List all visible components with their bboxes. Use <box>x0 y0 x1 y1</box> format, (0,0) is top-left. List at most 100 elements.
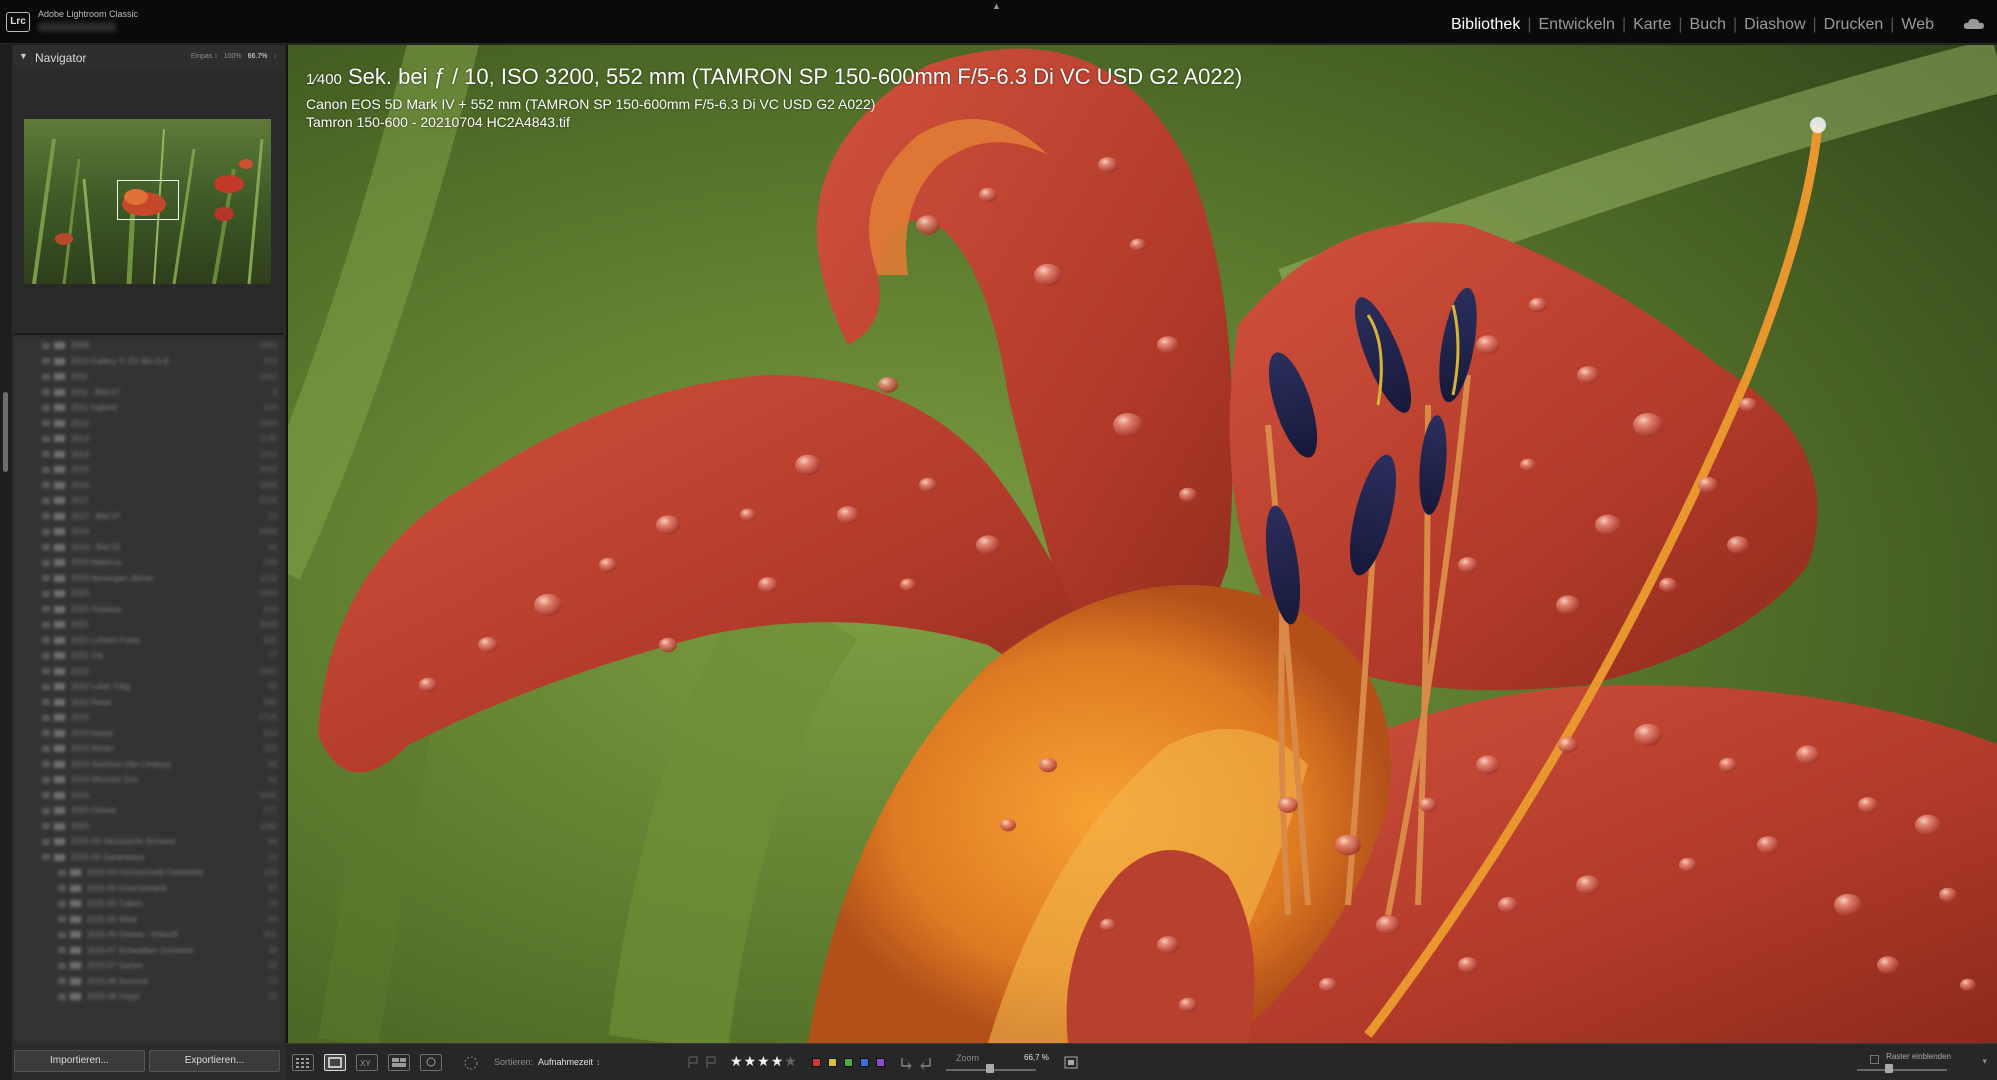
disclosure-icon[interactable] <box>58 885 66 892</box>
import-button[interactable]: Importieren... <box>14 1050 145 1072</box>
disclosure-icon[interactable] <box>42 451 50 458</box>
disclosure-icon[interactable] <box>42 575 50 582</box>
disclosure-icon[interactable] <box>42 823 50 830</box>
disclosure-icon[interactable] <box>42 373 50 380</box>
disclosure-icon[interactable] <box>42 668 50 675</box>
module-entwickeln[interactable]: Entwickeln <box>1531 16 1621 34</box>
folder-row[interactable]: 2021 Lofoten Fotos 505 <box>14 633 283 649</box>
export-button[interactable]: Exportieren... <box>149 1050 280 1072</box>
folder-row[interactable]: 2019 Norwegen Jänner 1102 <box>14 571 283 587</box>
disclosure-icon[interactable] <box>42 854 50 861</box>
navigator-viewport-rectangle[interactable] <box>117 180 179 220</box>
disclosure-icon[interactable] <box>42 342 50 349</box>
disclosure-icon[interactable] <box>42 404 50 411</box>
folder-row[interactable]: 2023 Island 614 <box>14 726 283 742</box>
folder-row[interactable]: 2018 2466 <box>14 524 283 540</box>
disclosure-icon[interactable] <box>58 931 66 938</box>
disclosure-icon[interactable] <box>58 900 66 907</box>
disclosure-icon[interactable] <box>42 358 50 365</box>
disclosure-icon[interactable] <box>42 637 50 644</box>
folder-row[interactable]: 2025-07 Garten 22 <box>14 958 283 974</box>
star-icon[interactable]: ★ <box>771 1053 785 1069</box>
folder-row[interactable]: 2025-06 Ostsee - Ankunft 201 <box>14 927 283 943</box>
folder-row[interactable]: 2021 Ost 77 <box>14 648 283 664</box>
module-web[interactable]: Web <box>1894 16 1941 34</box>
color-label-chip[interactable] <box>876 1058 885 1067</box>
color-label-chip[interactable] <box>860 1058 869 1067</box>
star-icon[interactable]: ★ <box>784 1053 798 1069</box>
folder-row[interactable]: 2023 2715 <box>14 710 283 726</box>
folder-row[interactable]: 2014 1511 <box>14 447 283 463</box>
folder-row[interactable]: 2022 Lolah Tälig 92 <box>14 679 283 695</box>
folder-row[interactable]: 2017 2218 <box>14 493 283 509</box>
folder-row[interactable]: 2025-08 Hügel 15 <box>14 989 283 1005</box>
survey-view-icon[interactable] <box>388 1054 410 1071</box>
folder-row[interactable]: 2015 2003 <box>14 462 283 478</box>
folder-row[interactable]: 2025-06 Wald 44 <box>14 912 283 928</box>
folder-row[interactable]: 2025-07 Schwalben Grünland 38 <box>14 943 283 959</box>
star-icon[interactable]: ★ <box>730 1053 744 1069</box>
disclosure-icon[interactable] <box>42 838 50 845</box>
folder-row[interactable]: 2011 Ingland 316 <box>14 400 283 416</box>
folder-row[interactable]: 2016 1899 <box>14 478 283 494</box>
folder-row[interactable]: 2013 2130 <box>14 431 283 447</box>
loupe-view-icon[interactable] <box>324 1054 346 1071</box>
folder-row[interactable]: 2025-04 Gartenfotos 25 <box>14 850 283 866</box>
folder-row[interactable]: 2023 Winter 203 <box>14 741 283 757</box>
navigator-zoom-option[interactable]: 66.7% <box>248 53 268 60</box>
color-label-chip[interactable] <box>844 1058 853 1067</box>
color-label-chip[interactable] <box>812 1058 821 1067</box>
toolbar-menu-chevron-icon[interactable]: ▾ <box>1982 1056 1987 1067</box>
folder-row[interactable]: 2025-05 Tulpen 19 <box>14 896 283 912</box>
color-label-chip[interactable] <box>828 1058 837 1067</box>
folder-row[interactable]: 2021 3018 <box>14 617 283 633</box>
raster-checkbox[interactable] <box>1870 1055 1879 1064</box>
sort-direction-icon[interactable]: ↕ <box>596 1057 601 1067</box>
flag-icon[interactable] <box>686 1054 700 1071</box>
folder-row[interactable]: 2025 1182 <box>14 819 283 835</box>
raster-slider-track[interactable] <box>1857 1069 1947 1071</box>
navigator-zoom-option[interactable]: 100% <box>224 53 242 60</box>
folder-row[interactable]: 2012 1644 <box>14 416 283 432</box>
navigator-zoom-option[interactable]: ↕ <box>274 53 278 60</box>
folder-row[interactable]: 2024 Silvester Zoo 41 <box>14 772 283 788</box>
sort-value[interactable]: Aufnahmezeit <box>538 1057 593 1067</box>
folder-row[interactable]: 2025 Ostsee 277 <box>14 803 283 819</box>
folder-row[interactable]: 2011 1812 <box>14 369 283 385</box>
disclosure-icon[interactable] <box>42 807 50 814</box>
module-karte[interactable]: Karte <box>1626 16 1678 34</box>
folder-row[interactable]: 2025-08 Sommer 73 <box>14 974 283 990</box>
disclosure-icon[interactable] <box>58 916 66 923</box>
rotate-right-icon[interactable] <box>918 1054 934 1071</box>
painter-icon[interactable] <box>460 1054 482 1071</box>
cloud-sync-icon[interactable] <box>1963 18 1985 30</box>
collapse-triangle-icon[interactable]: ▼ <box>19 51 28 61</box>
module-diashow[interactable]: Diashow <box>1737 16 1812 34</box>
grid-view-icon[interactable] <box>292 1054 314 1071</box>
folder-row[interactable]: 2019 Mallorca 248 <box>14 555 283 571</box>
disclosure-icon[interactable] <box>42 559 50 566</box>
folder-row[interactable]: 2024 1930 <box>14 788 283 804</box>
disclosure-icon[interactable] <box>42 745 50 752</box>
star-rating[interactable]: ★★★★★ <box>730 1053 798 1070</box>
people-view-icon[interactable] <box>420 1054 442 1071</box>
disclosure-icon[interactable] <box>58 962 66 969</box>
collapse-top-panel-icon[interactable]: ▲ <box>992 1 1001 11</box>
disclosure-icon[interactable] <box>42 590 50 597</box>
folder-row[interactable]: 2025-03 Sächsische Schweiz 66 <box>14 834 283 850</box>
disclosure-icon[interactable] <box>42 652 50 659</box>
fit-to-screen-icon[interactable] <box>1062 1054 1080 1071</box>
module-buch[interactable]: Buch <box>1683 16 1733 34</box>
disclosure-icon[interactable] <box>42 699 50 706</box>
folder-row[interactable]: 2025-04 Hochschwab Gaststätte 134 <box>14 865 283 881</box>
folder-row[interactable]: 2011 - Bild 07 8 <box>14 385 283 401</box>
disclosure-icon[interactable] <box>42 683 50 690</box>
folder-row[interactable]: 2024 Seelöwe Ufer Limburg 58 <box>14 757 283 773</box>
reject-flag-icon[interactable] <box>704 1054 718 1071</box>
star-icon[interactable]: ★ <box>744 1053 758 1069</box>
zoom-slider-knob[interactable] <box>986 1064 994 1073</box>
disclosure-icon[interactable] <box>58 993 66 1000</box>
disclosure-icon[interactable] <box>58 869 66 876</box>
folder-row[interactable]: 2018 - Bild 02 31 <box>14 540 283 556</box>
disclosure-icon[interactable] <box>42 776 50 783</box>
